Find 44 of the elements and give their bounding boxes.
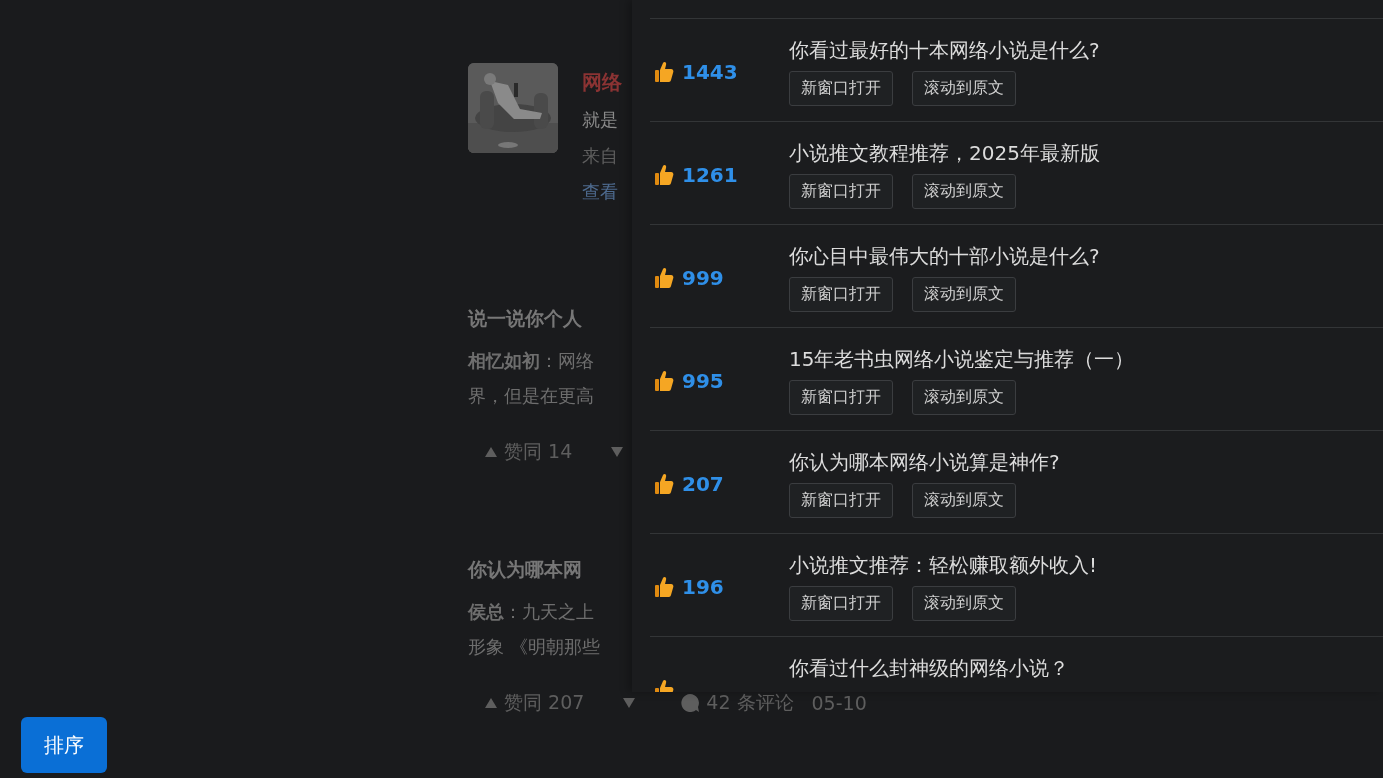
triangle-up-icon bbox=[484, 697, 498, 709]
profile-source: 来自 bbox=[582, 144, 619, 168]
answer-title[interactable]: 你心目中最伟大的十部小说是什么? bbox=[789, 243, 1100, 269]
open-new-window-button[interactable]: 新窗口打开 bbox=[789, 586, 893, 621]
downvote-icon[interactable] bbox=[622, 697, 637, 709]
thumbs-up-icon bbox=[654, 472, 674, 495]
answer-title[interactable]: 小说推文教程推荐，2025年最新版 bbox=[789, 140, 1100, 166]
scroll-to-original-button[interactable]: 滚动到原文 bbox=[912, 71, 1016, 106]
answer-excerpt: 侯总：九天之上 形象 《明朝那些 bbox=[468, 600, 600, 659]
answer-title[interactable]: 你看过什么封神级的网络小说？ bbox=[789, 655, 1069, 681]
thumbs-up-icon bbox=[654, 266, 674, 289]
scroll-to-original-button[interactable]: 滚动到原文 bbox=[912, 174, 1016, 209]
answer-title[interactable]: 你认为哪本网络小说算是神作? bbox=[789, 449, 1060, 475]
question-title[interactable]: 你认为哪本网 bbox=[468, 554, 582, 584]
open-new-window-button[interactable]: 新窗口打开 bbox=[789, 277, 893, 312]
scroll-to-original-button[interactable]: 滚动到原文 bbox=[912, 277, 1016, 312]
thumbs-up-icon bbox=[654, 575, 674, 598]
answer-date: 05-10 bbox=[811, 692, 867, 714]
like-count: 1261 bbox=[682, 162, 738, 187]
open-new-window-button[interactable]: 新窗口打开 bbox=[789, 71, 893, 106]
answer-excerpt: 相忆如初：网络 界，但是在更高 bbox=[468, 349, 594, 408]
like-count: 1443 bbox=[682, 59, 738, 84]
sort-button[interactable]: 排序 bbox=[21, 717, 107, 773]
triangle-up-icon bbox=[484, 446, 498, 458]
speech-bubble-icon bbox=[680, 693, 701, 713]
answer-title[interactable]: 你看过最好的十本网络小说是什么? bbox=[789, 37, 1100, 63]
open-new-window-button[interactable]: 新窗口打开 bbox=[789, 174, 893, 209]
thumbs-up-icon bbox=[654, 369, 674, 392]
like-count: 196 bbox=[682, 574, 724, 599]
scroll-to-original-button[interactable]: 滚动到原文 bbox=[912, 380, 1016, 415]
profile-bio: 就是 bbox=[582, 108, 619, 132]
scroll-to-original-button[interactable]: 滚动到原文 bbox=[912, 483, 1016, 518]
like-count: 999 bbox=[682, 265, 724, 290]
thumbs-up-icon bbox=[654, 60, 674, 83]
open-new-window-button[interactable]: 新窗口打开 bbox=[789, 483, 893, 518]
open-new-window-button[interactable]: 新窗口打开 bbox=[789, 380, 893, 415]
downvote-icon[interactable] bbox=[610, 446, 625, 458]
thumbs-up-icon bbox=[654, 163, 674, 186]
question-title[interactable]: 说一说你个人 bbox=[468, 303, 582, 333]
answer-title[interactable]: 15年老书虫网络小说鉴定与推荐（一） bbox=[789, 346, 1135, 372]
answer-title[interactable]: 小说推文推荐：轻松赚取额外收入! bbox=[789, 552, 1098, 578]
like-count: 995 bbox=[682, 368, 724, 393]
scroll-to-original-button[interactable]: 滚动到原文 bbox=[912, 586, 1016, 621]
like-count: 207 bbox=[682, 471, 724, 496]
